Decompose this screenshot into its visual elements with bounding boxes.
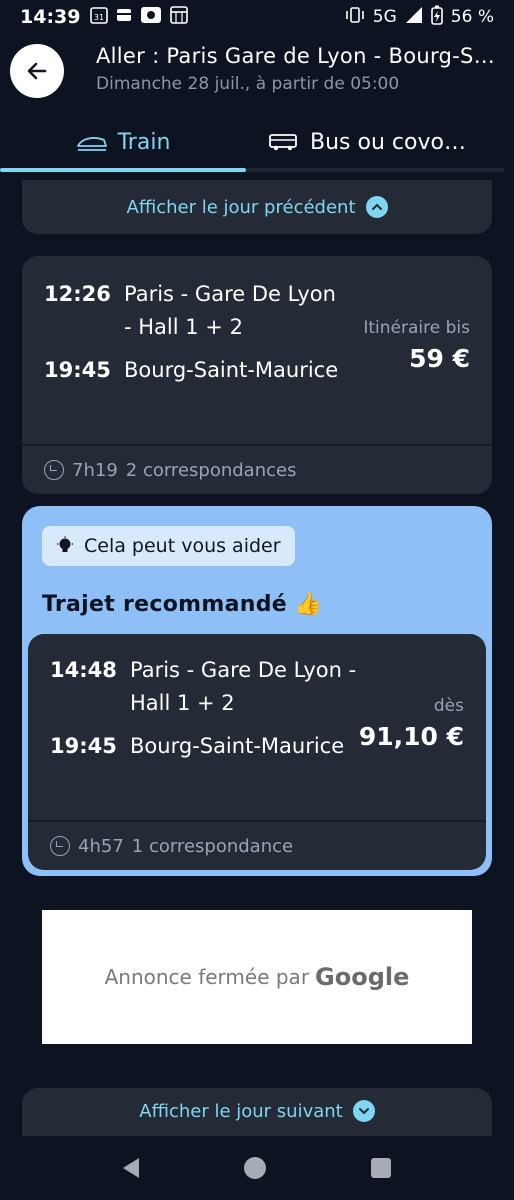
train-icon: [76, 137, 107, 151]
trip-arrival: 19:45 Bourg-Saint-Maurice: [50, 730, 350, 763]
calendar-icon: 31: [90, 6, 109, 29]
trip-footer: 7h19 2 correspondances: [22, 444, 492, 494]
price-label: Itinéraire bis: [363, 318, 470, 338]
page-title: Aller : Paris Gare de Lyon - Bourg-Saint…: [96, 44, 496, 68]
system-nav-bar: [0, 1136, 514, 1200]
departure-time: 12:26: [44, 282, 111, 306]
trip-connections: 1 correspondance: [131, 835, 294, 857]
status-bar: 14:39 31 5G 56 %: [0, 0, 514, 34]
trip-duration: 4h57: [78, 835, 124, 857]
trip-departure: 12:26 Paris - Gare De Lyon - Hall 1 + 2: [44, 278, 344, 344]
arrow-left-icon: [27, 62, 47, 80]
departure-station: Paris - Gare De Lyon - Hall 1 + 2: [124, 282, 336, 339]
price: 91,10 €: [358, 722, 464, 751]
help-badge: Cela peut vous aider: [42, 526, 295, 566]
bus-icon: [269, 134, 297, 151]
arrival-time: 19:45: [50, 734, 117, 758]
signal-icon: [405, 6, 423, 29]
arrival-time: 19:45: [44, 358, 111, 382]
tab-bus-label: Bus ou covoiturage: [310, 129, 470, 155]
next-day-link[interactable]: Afficher le jour suivant: [139, 1100, 375, 1122]
trip-connections: 2 correspondances: [125, 459, 297, 481]
nav-back-icon[interactable]: [122, 1158, 139, 1178]
app-icon: [140, 6, 162, 29]
network-type: 5G: [372, 7, 397, 27]
battery-level: 56 %: [450, 7, 494, 27]
tab-bus[interactable]: Bus ou covoiturage: [246, 112, 514, 172]
nav-recent-apps-icon[interactable]: [371, 1158, 392, 1178]
recommended-trip-card[interactable]: 14:48 Paris - Gare De Lyon - Hall 1 + 2 …: [28, 634, 486, 870]
previous-day-link[interactable]: Afficher le jour précédent: [127, 196, 388, 218]
previous-day-card[interactable]: Afficher le jour précédent: [22, 180, 492, 234]
trip-departure: 14:48 Paris - Gare De Lyon - Hall 1 + 2: [50, 654, 380, 720]
ad-text: Annonce fermée par: [104, 965, 310, 989]
clock-icon: [44, 460, 64, 480]
trip-price-block: dès 91,10 €: [359, 696, 464, 751]
chevron-up-icon: [365, 196, 388, 218]
battery-icon: [430, 5, 443, 30]
arrival-station: Bourg-Saint-Maurice: [130, 734, 345, 758]
back-button[interactable]: [10, 44, 64, 98]
header: Aller : Paris Gare de Lyon - Bourg-Saint…: [0, 34, 514, 112]
trip-arrival: 19:45 Bourg-Saint-Maurice: [44, 354, 344, 387]
svg-text:31: 31: [94, 13, 104, 22]
status-time: 14:39: [20, 6, 81, 28]
vibrate-icon: [345, 6, 365, 29]
departure-station: Paris - Gare De Lyon - Hall 1 + 2: [130, 658, 357, 715]
clock-icon: [50, 836, 70, 856]
lightbulb-icon: [57, 536, 73, 552]
price-label: dès: [433, 696, 464, 716]
tab-train-label: Train: [117, 129, 171, 155]
departure-time: 14:48: [50, 658, 117, 682]
arrival-station: Bourg-Saint-Maurice: [124, 358, 339, 382]
closed-ad: Annonce fermée par Google: [42, 910, 472, 1044]
nav-home-icon[interactable]: [243, 1157, 266, 1179]
help-badge-label: Cela peut vous aider: [84, 535, 281, 557]
transport-tabs: Train Bus ou covoiturage: [0, 112, 514, 172]
page-subtitle: Dimanche 28 juil., à partir de 05:00: [96, 74, 400, 94]
trip-price-block: Itinéraire bis 59 €: [363, 318, 470, 373]
chevron-down-icon: [352, 1100, 375, 1122]
trip-duration: 7h19: [72, 459, 118, 481]
tab-train[interactable]: Train: [0, 112, 246, 172]
recommended-title: Trajet recommandé 👍: [42, 592, 323, 617]
trip-footer: 4h57 1 correspondance: [28, 820, 486, 870]
google-logo: Google: [315, 963, 410, 991]
trip-card[interactable]: 12:26 Paris - Gare De Lyon - Hall 1 + 2 …: [22, 256, 492, 494]
price: 59 €: [409, 344, 470, 373]
card-icon: [116, 6, 132, 28]
calculator-icon: [170, 5, 189, 29]
recommended-section: Cela peut vous aider Trajet recommandé 👍…: [22, 506, 492, 876]
